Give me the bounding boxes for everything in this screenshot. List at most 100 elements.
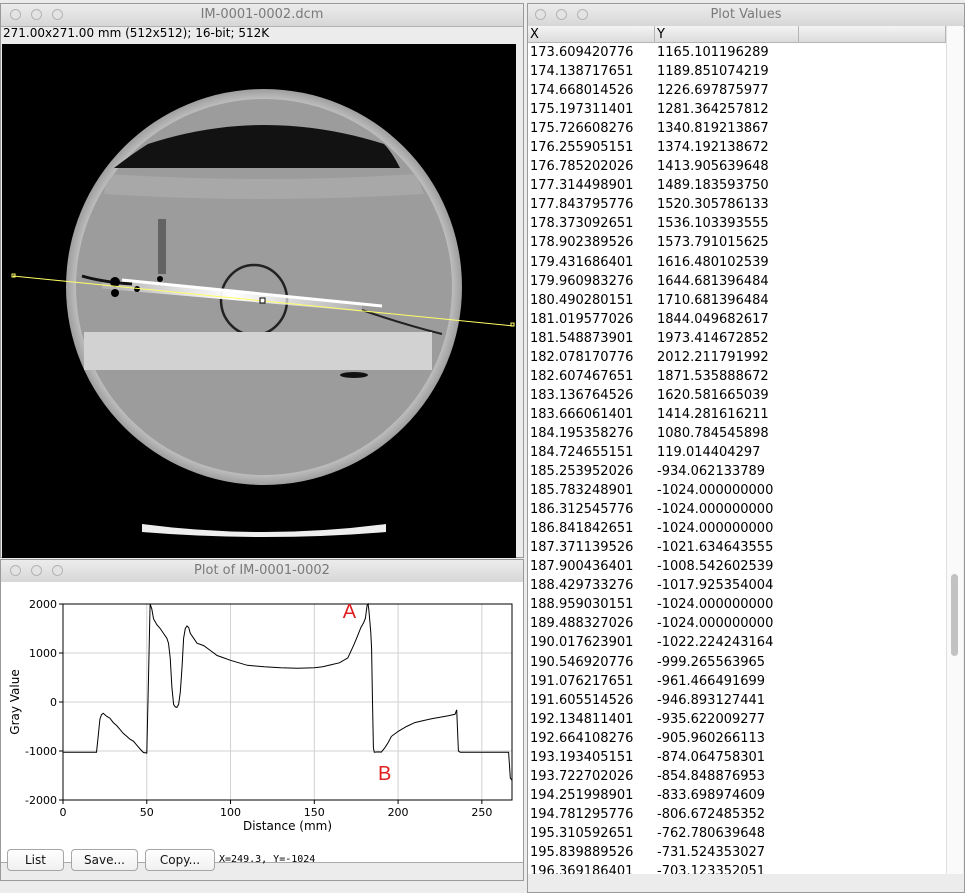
table-row[interactable]: 184.724655151 119.014404297 [528, 445, 773, 464]
cell-x: 183.136764526 [530, 387, 634, 403]
cell-x: 190.546920776 [530, 654, 634, 670]
cell-x: 188.429733276 [530, 578, 634, 594]
table-row[interactable]: 192.134811401 -935.622009277 [528, 712, 773, 731]
y-tick-label: -1000 [25, 745, 57, 758]
cell-x: 177.843795776 [530, 197, 634, 213]
cell-x: 181.548873901 [530, 330, 634, 346]
cell-y: 1281.364257812 [657, 102, 769, 118]
table-row[interactable]: 188.959030151 -1024.000000000 [528, 597, 773, 616]
table-row[interactable]: 174.668014526 1226.697875977 [528, 83, 773, 102]
table-row[interactable]: 193.722702026 -854.848876953 [528, 769, 773, 788]
cell-y: 2012.211791992 [657, 349, 769, 365]
plot-area[interactable]: 0 50 100 150 200 250 2000 1000 0 -1000 -2000 Dist… [1, 582, 523, 863]
table-row[interactable]: 180.490280151 1710.681396484 [528, 293, 773, 312]
plot-window-titlebar[interactable]: Plot of IM-0001-0002 [1, 560, 523, 583]
list-button[interactable]: List [7, 849, 64, 871]
ct-image-canvas[interactable] [2, 44, 516, 558]
table-row[interactable]: 195.310592651 -762.780639648 [528, 826, 773, 845]
cell-x: 187.900436401 [530, 559, 634, 575]
table-row[interactable]: 177.843795776 1520.305786133 [528, 197, 773, 216]
table-row[interactable]: 178.373092651 1536.103393555 [528, 216, 773, 235]
cell-x: 185.253952026 [530, 464, 634, 480]
table-row[interactable]: 191.605514526 -946.893127441 [528, 693, 773, 712]
cell-x: 189.488327026 [530, 616, 634, 632]
table-row[interactable]: 194.251998901 -833.698974609 [528, 788, 773, 807]
table-row[interactable]: 181.548873901 1973.414672852 [528, 331, 773, 350]
cell-x: 179.960983276 [530, 273, 634, 289]
table-row[interactable]: 182.078170776 2012.211791992 [528, 350, 773, 369]
values-window-titlebar[interactable]: Plot Values [528, 4, 964, 27]
table-row[interactable]: 187.900436401 -1008.542602539 [528, 559, 773, 578]
table-row[interactable]: 187.371139526 -1021.634643555 [528, 540, 773, 559]
table-row[interactable]: 191.076217651 -961.466491699 [528, 674, 773, 693]
table-row[interactable]: 175.197311401 1281.364257812 [528, 102, 773, 121]
table-row[interactable]: 182.607467651 1871.535888672 [528, 369, 773, 388]
cell-y: 1413.905639648 [657, 159, 769, 175]
table-row[interactable]: 179.431686401 1616.480102539 [528, 255, 773, 274]
image-info: 271.00x271.00 mm (512x512); 16-bit; 512K [3, 26, 270, 40]
table-row[interactable]: 186.312545776 -1024.000000000 [528, 502, 773, 521]
table-row[interactable]: 186.841842651 -1024.000000000 [528, 521, 773, 540]
values-table[interactable]: X Y 173.609420776 1165.101196289 174.13871… [528, 26, 946, 874]
table-row[interactable]: 185.783248901 -1024.000000000 [528, 483, 773, 502]
cell-x: 192.134811401 [530, 711, 634, 727]
scrollbar-thumb[interactable] [951, 574, 958, 656]
table-row[interactable]: 176.255905151 1374.192138672 [528, 140, 773, 159]
x-axis-label: Distance (mm) [243, 819, 332, 833]
table-row[interactable]: 193.193405151 -874.064758301 [528, 750, 773, 769]
table-row[interactable]: 190.546920776 -999.265563965 [528, 655, 773, 674]
x-tick-labels: 0 50 100 150 200 250 [60, 800, 492, 819]
table-row[interactable]: 177.314498901 1489.183593750 [528, 178, 773, 197]
cell-x: 186.312545776 [530, 502, 634, 518]
plot-values-window: Plot Values X Y 173.609420776 1165.101196… [527, 3, 965, 893]
y-tick-label: -2000 [25, 794, 57, 807]
annotation-a: A [343, 601, 357, 623]
column-header-y[interactable]: Y [655, 26, 799, 43]
table-row[interactable]: 176.785202026 1413.905639648 [528, 159, 773, 178]
cell-y: 1973.414672852 [657, 330, 769, 346]
ct-image [11, 89, 515, 537]
image-window-titlebar[interactable]: IM-0001-0002.dcm [1, 4, 523, 27]
table-row[interactable]: 184.195358276 1080.784545898 [528, 426, 773, 445]
cell-x: 179.431686401 [530, 254, 634, 270]
table-row[interactable]: 185.253952026 -934.062133789 [528, 464, 773, 483]
column-header-x[interactable]: X [528, 26, 655, 43]
cell-x: 184.195358276 [530, 425, 634, 441]
cell-x: 193.722702026 [530, 768, 634, 784]
x-tick-label: 250 [471, 806, 492, 819]
y-axis-label: Gray Value [8, 669, 22, 734]
table-row[interactable]: 181.019577026 1844.049682617 [528, 312, 773, 331]
table-row[interactable]: 192.664108276 -905.960266113 [528, 731, 773, 750]
profile-plot: 0 50 100 150 200 250 2000 1000 0 -1000 -2000 Dist… [8, 598, 513, 833]
table-row[interactable]: 195.839889526 -731.524353027 [528, 845, 773, 864]
cell-y: 1189.851074219 [657, 64, 769, 80]
table-row[interactable]: 190.017623901 -1022.224243164 [528, 635, 773, 654]
table-row[interactable]: 196.369186401 -703.123352051 [528, 864, 773, 874]
cell-y: -1022.224243164 [657, 635, 774, 651]
y-tick-label: 0 [50, 696, 57, 709]
cell-x: 177.314498901 [530, 178, 634, 194]
table-row[interactable]: 189.488327026 -1024.000000000 [528, 616, 773, 635]
cell-x: 195.310592651 [530, 825, 634, 841]
copy-button[interactable]: Copy... [145, 849, 215, 871]
table-row[interactable]: 173.609420776 1165.101196289 [528, 45, 773, 64]
table-row[interactable]: 183.666061401 1414.281616211 [528, 407, 773, 426]
x-tick-label: 0 [60, 806, 67, 819]
vertical-scrollbar[interactable] [946, 26, 963, 874]
cell-x: 191.605514526 [530, 692, 634, 708]
table-row[interactable]: 188.429733276 -1017.925354004 [528, 578, 773, 597]
table-row[interactable]: 178.902389526 1573.791015625 [528, 235, 773, 254]
cell-y: 1489.183593750 [657, 178, 769, 194]
cell-x: 192.664108276 [530, 730, 634, 746]
cell-y: -946.893127441 [657, 692, 766, 708]
cell-y: -1024.000000000 [657, 502, 774, 518]
cell-x: 194.251998901 [530, 787, 634, 803]
table-row[interactable]: 179.960983276 1644.681396484 [528, 274, 773, 293]
save-button[interactable]: Save... [71, 849, 138, 871]
x-tick-label: 100 [220, 806, 241, 819]
table-row[interactable]: 183.136764526 1620.581665039 [528, 388, 773, 407]
table-row[interactable]: 175.726608276 1340.819213867 [528, 121, 773, 140]
column-header-filler [799, 26, 946, 43]
table-row[interactable]: 174.138717651 1189.851074219 [528, 64, 773, 83]
table-row[interactable]: 194.781295776 -806.672485352 [528, 807, 773, 826]
